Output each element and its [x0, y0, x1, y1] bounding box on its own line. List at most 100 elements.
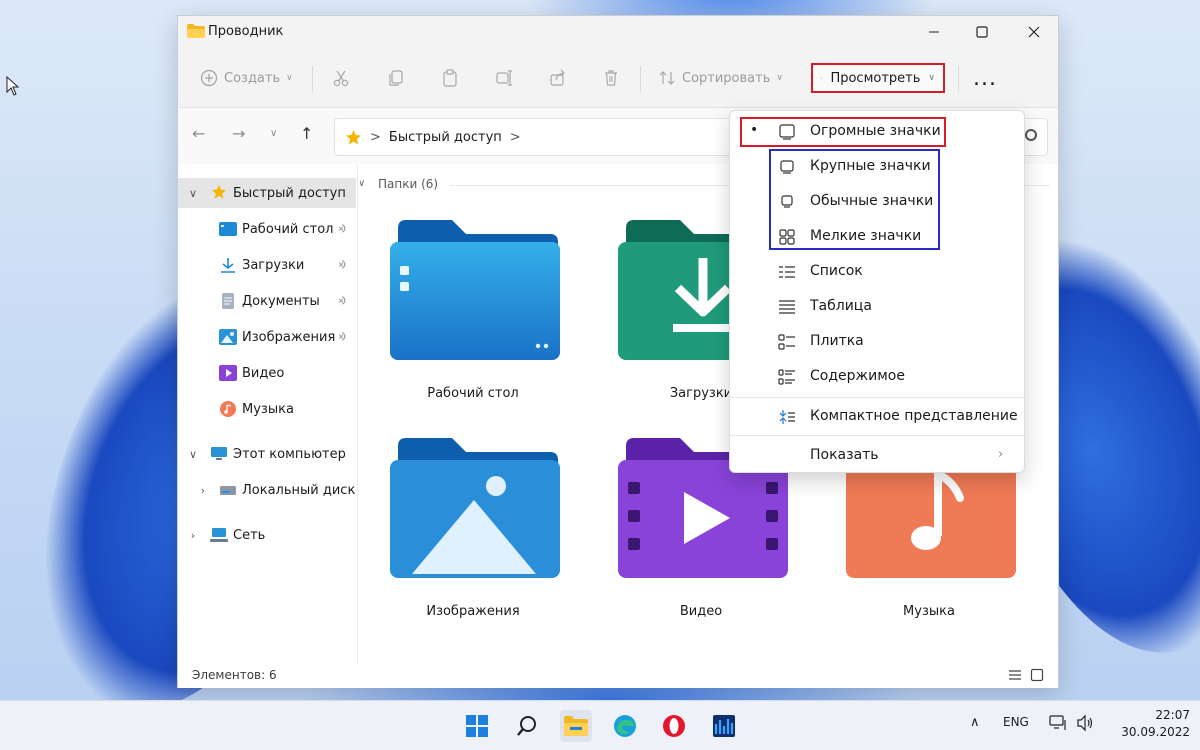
content-icon [778, 369, 795, 385]
submenu-arrow-icon: › [998, 447, 1004, 462]
sidebar-item-this-pc[interactable]: ∨ Этот компьютер [178, 439, 356, 469]
sidebar-item-label: Этот компьютер [233, 446, 346, 462]
menu-item-compact-view[interactable]: Компактное представление [730, 400, 1026, 434]
sort-button[interactable]: Сортировать ∨ [658, 62, 783, 94]
sidebar-item-label: Документы [242, 293, 320, 309]
show-hidden-icons-chevron-icon[interactable]: ∧ [970, 715, 980, 730]
recent-locations-chevron-icon[interactable]: ∨ [270, 128, 277, 139]
close-button[interactable] [1008, 16, 1060, 48]
view-button[interactable]: Просмотреть ∨ [811, 63, 945, 93]
sidebar-item-music[interactable]: Музыка [178, 394, 356, 424]
sidebar-item-label: Рабочий стол [242, 221, 334, 237]
copy-button[interactable] [387, 62, 405, 94]
delete-button[interactable] [602, 62, 620, 94]
volume-icon[interactable] [1076, 714, 1096, 732]
rename-button[interactable] [495, 62, 513, 94]
more-options-button[interactable]: ... [973, 62, 997, 94]
mouse-cursor-icon [6, 76, 20, 96]
folder-label: Музыка [903, 604, 955, 619]
taskbar-app[interactable] [708, 710, 740, 742]
rename-icon [496, 70, 512, 86]
sidebar-item-local-disk[interactable]: › Локальный диск (С [178, 475, 356, 505]
taskbar-file-explorer[interactable] [560, 710, 592, 742]
title-bar[interactable]: Проводник [178, 16, 1058, 48]
folder-label: Видео [679, 604, 723, 619]
search-button[interactable] [511, 710, 543, 742]
download-icon [221, 258, 235, 273]
menu-item-label: Содержимое [810, 368, 905, 384]
highlight-box-icon-sizes [769, 149, 940, 250]
system-clock[interactable]: 22:07 30.09.2022 [1110, 707, 1190, 741]
pin-icon: ⨵ [338, 222, 346, 235]
sidebar-item-network[interactable]: › Сеть [178, 520, 356, 550]
menu-item-show[interactable]: Показать › [730, 439, 1026, 473]
sidebar-item-label: Быстрый доступ [233, 185, 346, 201]
chevron-down-icon[interactable]: ∨ [186, 187, 200, 200]
sidebar-item-label: Сеть [233, 527, 266, 543]
maximize-icon [976, 26, 988, 38]
menu-item-details[interactable]: Таблица [730, 290, 1026, 324]
sidebar-item-documents[interactable]: Документы ⨵ [178, 286, 356, 316]
menu-divider [730, 397, 1026, 398]
language-indicator[interactable]: ENG [1003, 715, 1029, 729]
details-icon [779, 300, 795, 314]
large-icons-view-icon[interactable] [1030, 668, 1044, 682]
sort-icon [659, 71, 675, 85]
chevron-right-icon[interactable]: › [196, 484, 210, 497]
breadcrumb-separator: > [509, 129, 521, 145]
maximize-button[interactable] [956, 16, 1008, 48]
folder-tile-pictures[interactable]: Изображения [368, 438, 578, 648]
menu-item-label: Компактное представление [810, 408, 1018, 424]
menu-item-list[interactable]: Список [730, 255, 1026, 289]
forward-arrow-icon[interactable]: → [232, 124, 245, 143]
star-icon [212, 185, 226, 199]
chevron-down-icon: ∨ [928, 73, 935, 83]
taskbar-opera[interactable] [658, 710, 690, 742]
sidebar-item-pictures[interactable]: Изображения ⨵ [178, 322, 356, 352]
sidebar-item-downloads[interactable]: Загрузки ⨵ [178, 250, 356, 280]
sidebar-item-label: Видео [242, 365, 285, 381]
breadcrumb-quick-access[interactable]: Быстрый доступ [389, 130, 502, 145]
minimize-button[interactable] [908, 16, 960, 48]
sidebar-item-desktop[interactable]: Рабочий стол ⨵ [178, 214, 356, 244]
chevron-right-icon[interactable]: › [186, 529, 200, 542]
share-button[interactable] [549, 62, 567, 94]
pictures-folder-icon [390, 438, 560, 578]
chevron-down-icon[interactable]: ∨ [186, 448, 200, 461]
sidebar-item-label: Музыка [242, 401, 294, 417]
documents-icon [222, 293, 234, 309]
taskbar-edge[interactable] [609, 710, 641, 742]
clock-date: 30.09.2022 [1121, 725, 1190, 739]
create-button[interactable]: Создать ∨ [200, 62, 293, 94]
toolbar-divider [640, 66, 641, 92]
details-view-icon[interactable] [1008, 668, 1022, 682]
chevron-down-icon[interactable]: ∨ [360, 178, 365, 189]
window-title: Проводник [208, 24, 284, 39]
cut-button[interactable] [332, 62, 350, 94]
back-arrow-icon[interactable]: ← [192, 124, 205, 143]
up-arrow-icon[interactable]: ↑ [300, 124, 313, 143]
computer-icon [211, 447, 227, 460]
plus-circle-icon [200, 69, 218, 87]
address-bar[interactable]: > Быстрый доступ > [334, 118, 784, 156]
start-button[interactable] [461, 710, 493, 742]
item-count: Элементов: 6 [192, 668, 277, 682]
chevron-down-icon: ∨ [776, 73, 783, 83]
minimize-icon [929, 31, 939, 33]
search-icon [517, 716, 536, 736]
menu-item-label: Плитка [810, 333, 864, 349]
close-icon [1028, 26, 1040, 38]
view-label: Просмотреть [830, 70, 921, 86]
list-icon [779, 266, 795, 278]
sidebar-item-quick-access[interactable]: ∨ Быстрый доступ [178, 178, 356, 208]
taskbar: ∧ ENG 22:07 30.09.2022 [0, 700, 1200, 750]
sidebar-item-video[interactable]: Видео [178, 358, 356, 388]
menu-item-content[interactable]: Содержимое [730, 360, 1026, 394]
group-header[interactable]: Папки (6) [378, 177, 438, 191]
network-status-icon[interactable] [1049, 714, 1067, 732]
paste-button[interactable] [441, 62, 459, 94]
menu-item-label: Показать [810, 447, 879, 463]
folder-tile-desktop[interactable]: Рабочий стол [368, 220, 578, 430]
menu-item-tiles[interactable]: Плитка [730, 325, 1026, 359]
network-icon [210, 528, 228, 542]
